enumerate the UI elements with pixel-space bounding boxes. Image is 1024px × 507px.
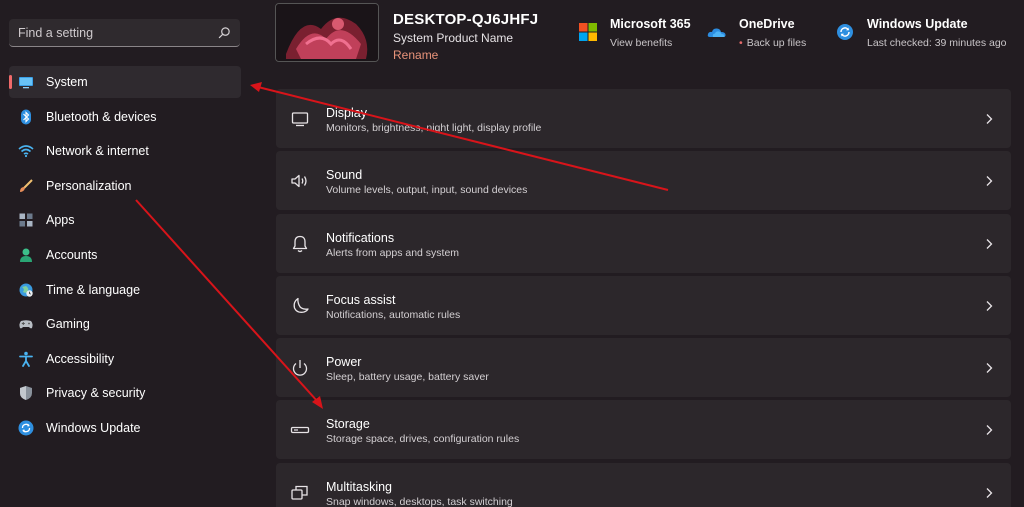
setting-title: Storage bbox=[326, 417, 370, 432]
sidebar-item-bluetooth-devices[interactable]: Bluetooth & devices bbox=[9, 101, 241, 133]
card-title: Windows Update bbox=[867, 17, 968, 31]
selected-indicator bbox=[9, 75, 12, 89]
sidebar-item-accounts[interactable]: Accounts bbox=[9, 239, 241, 271]
speaker-icon bbox=[291, 175, 307, 188]
setting-title: Focus assist bbox=[326, 292, 396, 307]
sidebar-item-privacy-security[interactable]: Privacy & security bbox=[9, 377, 241, 409]
sidebar-item-label: Windows Update bbox=[46, 420, 141, 435]
search-input[interactable] bbox=[9, 19, 209, 46]
sidebar-nav: System Bluetooth & devices Network & int… bbox=[9, 66, 241, 447]
device-model: System Product Name bbox=[393, 31, 514, 45]
device-wallpaper-thumbnail bbox=[275, 3, 379, 62]
sidebar-item-windows-update[interactable]: Windows Update bbox=[9, 412, 241, 444]
sidebar-item-label: Accounts bbox=[46, 247, 98, 262]
sidebar-item-label: Time & language bbox=[46, 282, 141, 297]
setting-title: Sound bbox=[326, 168, 363, 183]
sidebar-item-label: Apps bbox=[46, 213, 75, 228]
person-icon bbox=[20, 248, 32, 262]
chevron-right-icon bbox=[986, 300, 993, 311]
sidebar-item-label: Privacy & security bbox=[46, 386, 146, 401]
sidebar: System Bluetooth & devices Network & int… bbox=[0, 0, 252, 507]
microsoft-logo-icon bbox=[579, 23, 597, 41]
settings-list: Display Monitors, brightness, night ligh… bbox=[276, 89, 1011, 507]
monitor-icon bbox=[19, 77, 33, 89]
apps-icon bbox=[19, 213, 33, 227]
card-title: Microsoft 365 bbox=[610, 17, 691, 31]
setting-subtitle: Monitors, brightness, night light, displ… bbox=[326, 122, 542, 134]
setting-subtitle: Snap windows, desktops, task switching bbox=[326, 495, 513, 507]
sidebar-item-label: Gaming bbox=[46, 317, 90, 332]
sidebar-item-label: Accessibility bbox=[46, 351, 115, 366]
setting-multitasking[interactable]: Multitasking Snap windows, desktops, tas… bbox=[276, 462, 1011, 507]
search-box[interactable] bbox=[9, 19, 240, 47]
chevron-right-icon bbox=[986, 238, 993, 249]
sidebar-item-accessibility[interactable]: Accessibility bbox=[9, 343, 241, 375]
onedrive-cloud-icon bbox=[707, 28, 726, 37]
update-icon bbox=[18, 420, 34, 436]
display-icon bbox=[291, 112, 309, 127]
windows-update-icon bbox=[837, 24, 853, 40]
card-subtitle: Last checked: 39 minutes ago bbox=[867, 37, 1007, 49]
brush-icon bbox=[20, 179, 33, 192]
sidebar-item-label: System bbox=[46, 75, 88, 89]
sidebar-item-personalization[interactable]: Personalization bbox=[9, 170, 241, 202]
setting-subtitle: Storage space, drives, configuration rul… bbox=[326, 433, 520, 446]
accessibility-icon bbox=[19, 351, 33, 367]
sidebar-item-label: Network & internet bbox=[46, 144, 149, 159]
wifi-icon bbox=[18, 145, 34, 158]
chevron-right-icon bbox=[986, 114, 993, 124]
sidebar-item-label: Personalization bbox=[46, 178, 132, 193]
sidebar-item-apps[interactable]: Apps bbox=[9, 204, 241, 236]
chevron-right-icon bbox=[986, 487, 993, 498]
card-title: OneDrive bbox=[739, 17, 795, 31]
card-subtitle-text: Back up files bbox=[746, 37, 807, 49]
setting-title: Display bbox=[326, 106, 367, 120]
setting-title: Multitasking bbox=[326, 479, 392, 494]
sidebar-item-gaming[interactable]: Gaming bbox=[9, 308, 241, 340]
globe-clock-icon bbox=[19, 283, 33, 297]
setting-storage[interactable]: Storage Storage space, drives, configura… bbox=[276, 400, 1011, 460]
chevron-right-icon bbox=[986, 425, 993, 436]
multitasking-icon bbox=[291, 485, 308, 500]
setting-title: Power bbox=[326, 355, 362, 370]
gamepad-icon bbox=[19, 320, 33, 329]
setting-title: Notifications bbox=[326, 230, 395, 245]
chevron-right-icon bbox=[986, 363, 993, 374]
bluetooth-icon bbox=[21, 109, 31, 125]
power-icon bbox=[292, 360, 308, 376]
card-subtitle: • Back up files bbox=[739, 37, 806, 49]
chevron-right-icon bbox=[986, 176, 993, 187]
storage-drive-icon bbox=[290, 427, 310, 434]
sidebar-item-time-language[interactable]: Time & language bbox=[9, 274, 241, 306]
sidebar-item-system[interactable]: System bbox=[9, 66, 241, 98]
rename-link[interactable]: Rename bbox=[393, 48, 438, 62]
bell-icon bbox=[292, 235, 308, 252]
setting-power[interactable]: Power Sleep, battery usage, battery save… bbox=[276, 338, 1011, 398]
status-dot: • bbox=[739, 37, 743, 49]
sidebar-item-network-internet[interactable]: Network & internet bbox=[9, 135, 241, 167]
card-subtitle: View benefits bbox=[610, 37, 673, 49]
setting-sound[interactable]: Sound Volume levels, output, input, soun… bbox=[276, 151, 1011, 211]
moon-icon bbox=[293, 297, 309, 313]
setting-focus-assist[interactable]: Focus assist Notifications, automatic ru… bbox=[276, 275, 1011, 335]
setting-subtitle: Sleep, battery usage, battery saver bbox=[326, 371, 489, 384]
setting-display[interactable]: Display Monitors, brightness, night ligh… bbox=[276, 89, 1011, 148]
sidebar-item-label: Bluetooth & devices bbox=[46, 109, 157, 124]
search-icon[interactable] bbox=[218, 26, 231, 39]
setting-notifications[interactable]: Notifications Alerts from apps and syste… bbox=[276, 213, 1011, 273]
device-name: DESKTOP-QJ6JHFJ bbox=[393, 11, 539, 28]
setting-subtitle: Volume levels, output, input, sound devi… bbox=[326, 184, 528, 197]
shield-icon bbox=[20, 386, 32, 401]
setting-subtitle: Alerts from apps and system bbox=[326, 246, 460, 259]
setting-subtitle: Notifications, automatic rules bbox=[326, 308, 461, 321]
